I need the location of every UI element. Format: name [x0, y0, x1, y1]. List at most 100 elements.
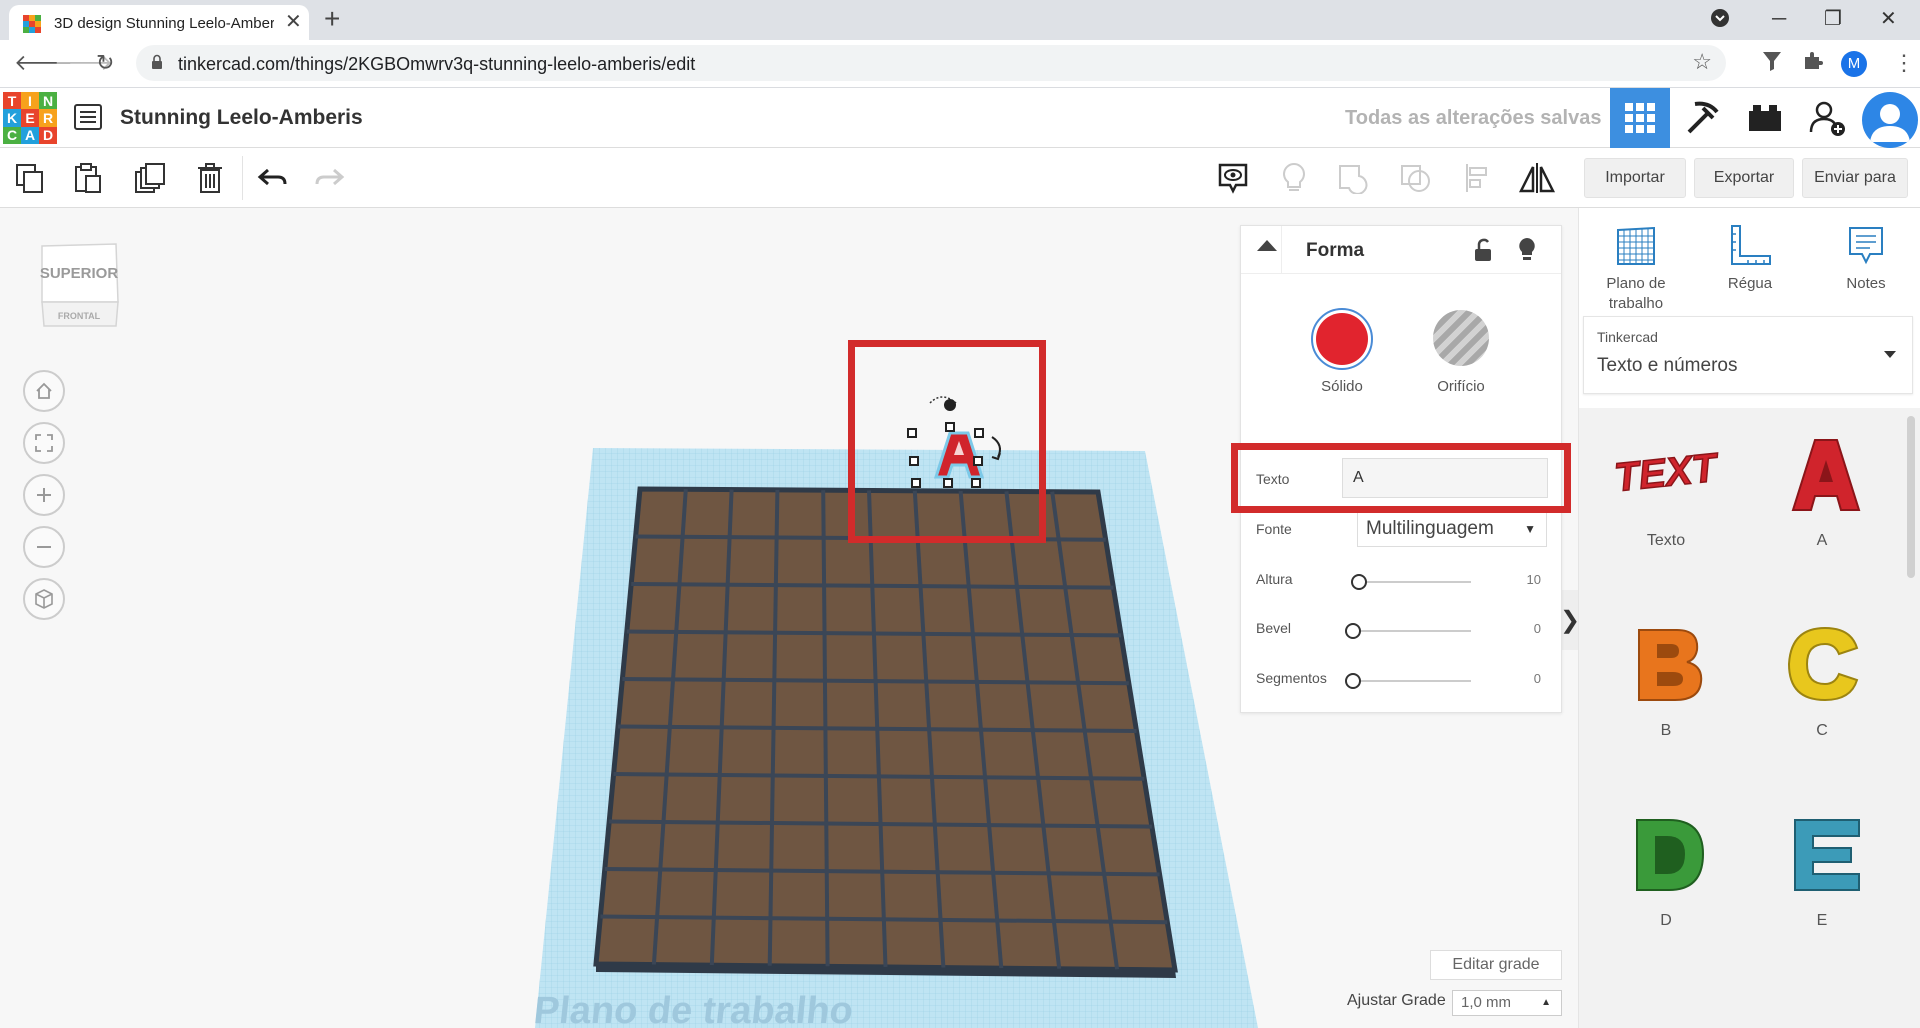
slider-handle[interactable]	[1351, 574, 1367, 590]
viewcube-top-label: SUPERIOR	[40, 265, 119, 282]
shapes-scrollbar[interactable]	[1907, 416, 1915, 578]
bookmark-star-icon[interactable]: ☆	[1692, 49, 1712, 75]
height-value: 10	[1526, 572, 1541, 587]
align-icon[interactable]	[1458, 158, 1498, 198]
ruler-tool-label: Régua	[1727, 275, 1773, 292]
paste-icon[interactable]	[68, 158, 108, 198]
close-window-button[interactable]: ✕	[1880, 5, 1897, 33]
inspector-title: Forma	[1306, 240, 1365, 261]
shape-item-d[interactable]: D	[1591, 808, 1741, 988]
solid-color-button[interactable]	[1311, 308, 1373, 370]
shape-label: C	[1816, 722, 1828, 739]
shape-item-a[interactable]: A	[1747, 428, 1897, 608]
notes-icon	[1849, 227, 1883, 265]
bricks-icon[interactable]	[1735, 88, 1795, 148]
logo-letter: I	[21, 92, 39, 110]
ungroup-icon[interactable]	[1396, 158, 1436, 198]
shape-label: B	[1660, 722, 1672, 739]
zoom-out-icon[interactable]	[23, 526, 65, 568]
logo-letter: T	[3, 92, 21, 110]
extension-funnel-icon[interactable]	[1762, 50, 1782, 79]
font-select-value: Multilinguagem	[1366, 518, 1494, 539]
shape-item-c[interactable]: C	[1747, 618, 1897, 798]
new-tab-button[interactable]: +	[324, 4, 340, 34]
light-bulb-icon[interactable]	[1274, 158, 1314, 198]
category-source: Tinkercad	[1597, 329, 1658, 345]
caret-down-icon	[1884, 351, 1896, 358]
tinkercad-logo[interactable]: T I N K E R C A D	[3, 92, 57, 144]
unlock-icon[interactable]	[1473, 238, 1493, 262]
slider-handle[interactable]	[1345, 623, 1361, 639]
collapse-inspector-icon[interactable]	[1257, 240, 1277, 251]
duplicate-icon[interactable]	[130, 158, 170, 198]
category-value: Texto e números	[1597, 355, 1738, 376]
redo-icon[interactable]	[310, 158, 350, 198]
shape-category-select[interactable]: Tinkercad Texto e números	[1583, 316, 1913, 394]
toolbar-divider	[242, 156, 243, 200]
edit-grid-button[interactable]: Editar grade	[1430, 950, 1562, 980]
mirror-icon[interactable]	[1517, 158, 1557, 198]
browser-menu-icon[interactable]: ⋮	[1893, 50, 1915, 76]
shape-item-text[interactable]: TEXT Texto	[1591, 428, 1741, 608]
snap-grid-select[interactable]: 1,0 mm ▲	[1452, 990, 1562, 1016]
height-slider[interactable]	[1351, 574, 1471, 590]
import-button[interactable]: Importar	[1584, 158, 1686, 198]
segments-slider[interactable]	[1345, 673, 1471, 689]
undo-icon[interactable]	[252, 158, 292, 198]
url-text: tinkercad.com/things/2KGBOmwrv3q-stunnin…	[178, 54, 696, 74]
maximize-button[interactable]: ❐	[1824, 5, 1842, 33]
export-button[interactable]: Exportar	[1694, 158, 1794, 198]
zoom-in-icon[interactable]	[23, 474, 65, 516]
slider-handle[interactable]	[1345, 673, 1361, 689]
browser-tab-bar: 3D design Stunning Leelo-Amberis | Tinke…	[0, 0, 1920, 40]
3d-view-grid-icon[interactable]	[1610, 88, 1670, 148]
pickaxe-icon[interactable]	[1673, 88, 1733, 148]
fit-view-icon[interactable]	[23, 422, 65, 464]
user-avatar[interactable]	[1862, 92, 1918, 148]
highlight-box-shape	[848, 340, 1046, 543]
browser-tab[interactable]: 3D design Stunning Leelo-Amberis | Tinke…	[9, 5, 309, 40]
ruler-tool-button[interactable]: Régua	[1695, 224, 1805, 294]
url-input[interactable]: tinkercad.com/things/2KGBOmwrv3q-stunnin…	[136, 45, 1726, 81]
design-list-icon[interactable]	[74, 104, 102, 130]
tab-search-icon[interactable]	[1709, 7, 1731, 37]
shape-label: A	[1816, 532, 1828, 549]
logo-letter: C	[3, 126, 21, 144]
height-property-label: Altura	[1256, 571, 1293, 587]
lock-icon	[152, 54, 162, 69]
letter-b-icon	[1638, 629, 1703, 701]
svg-text:TEXT: TEXT	[1612, 445, 1721, 500]
delete-icon[interactable]	[190, 158, 230, 198]
light-bulb-icon[interactable]	[1517, 236, 1537, 262]
collapse-panel-chevron-icon[interactable]: ❯	[1560, 590, 1578, 650]
hole-button[interactable]	[1433, 310, 1489, 366]
minimize-button[interactable]: ─	[1772, 5, 1786, 33]
logo-letter: A	[21, 126, 39, 144]
segments-property-label: Segmentos	[1256, 670, 1327, 686]
send-to-button[interactable]: Enviar para	[1802, 158, 1908, 198]
solid-label: Sólido	[1321, 378, 1363, 395]
profile-avatar[interactable]: M	[1841, 51, 1867, 77]
workplane-tool-button[interactable]: Plano de trabalho	[1581, 224, 1691, 314]
shape-item-b[interactable]: B	[1591, 618, 1741, 798]
design-title[interactable]: Stunning Leelo-Amberis	[120, 106, 363, 130]
reload-icon[interactable]: ↻	[96, 48, 114, 78]
snap-grid-value: 1,0 mm	[1461, 994, 1512, 1011]
copy-icon[interactable]	[10, 158, 50, 198]
tab-close-icon[interactable]: ✕	[285, 12, 302, 32]
perspective-icon[interactable]	[23, 578, 65, 620]
save-status: Todas as alterações salvas	[1345, 107, 1602, 129]
home-view-icon[interactable]	[23, 370, 65, 412]
group-icon[interactable]	[1334, 158, 1374, 198]
add-user-icon[interactable]	[1798, 88, 1858, 148]
view-cube[interactable]: SUPERIOR FRONTAL	[38, 240, 120, 332]
bevel-slider[interactable]	[1345, 623, 1471, 639]
logo-letter: N	[39, 92, 57, 110]
notes-visibility-icon[interactable]	[1213, 158, 1253, 198]
font-select[interactable]: Multilinguagem ▼	[1357, 511, 1547, 547]
edit-toolbar: Importar Exportar Enviar para	[0, 148, 1920, 208]
extensions-puzzle-icon[interactable]	[1802, 50, 1824, 79]
shape-item-e[interactable]: E	[1747, 808, 1897, 988]
notes-tool-button[interactable]: Notes	[1811, 224, 1920, 294]
workplane-icon	[1617, 226, 1655, 265]
